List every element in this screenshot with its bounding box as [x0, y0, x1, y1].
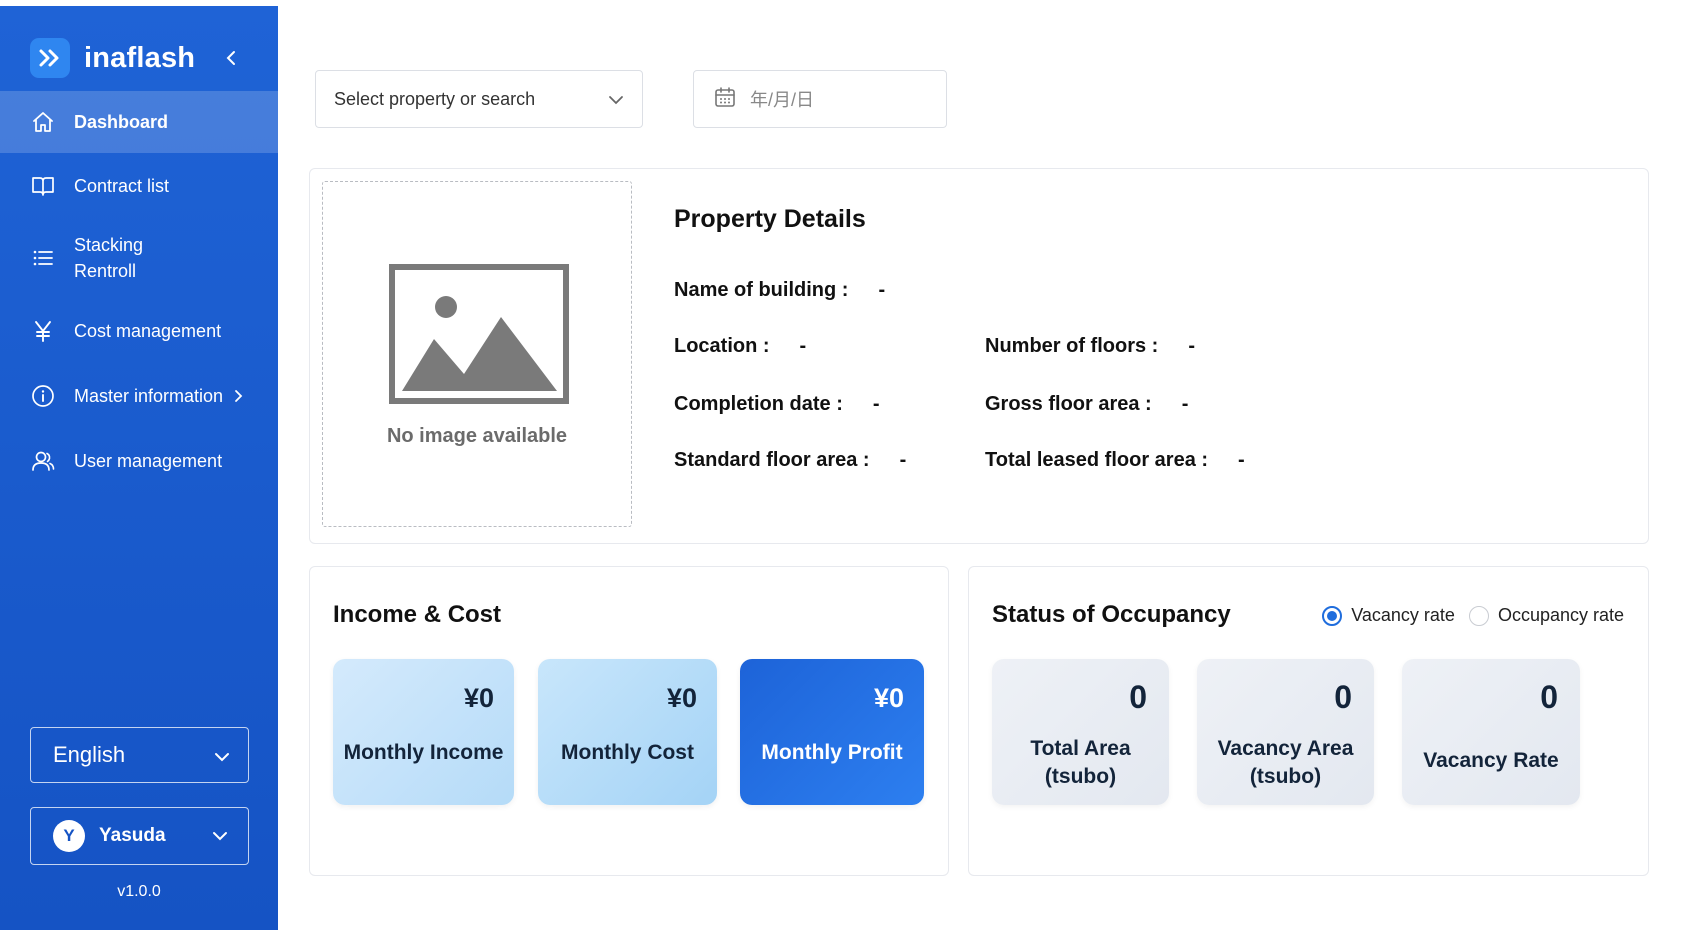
- field-label: Total leased floor area :: [985, 449, 1209, 471]
- field-standard-floor-area: Standard floor area : -: [674, 449, 906, 472]
- occupancy-card: Status of Occupancy Vacancy rate Occupan…: [968, 566, 1649, 876]
- field-label: Name of building :: [674, 279, 849, 301]
- date-placeholder: 年/月/日: [750, 90, 815, 110]
- property-select-placeholder: Select property or search: [334, 88, 536, 109]
- chevron-down-icon: [212, 825, 228, 847]
- sidebar-item-user-management[interactable]: User management: [0, 427, 278, 495]
- property-image-placeholder: No image available: [322, 181, 632, 527]
- sidebar: inaflash Dashboard Contract list Stackin…: [0, 6, 278, 930]
- property-details-title: Property Details: [674, 205, 866, 233]
- chevron-down-icon: [214, 742, 230, 768]
- rate-toggle: Vacancy rate Occupancy rate: [1322, 605, 1624, 626]
- user-icon: [30, 448, 56, 474]
- language-select[interactable]: English: [30, 727, 249, 783]
- field-value: -: [1238, 449, 1245, 471]
- user-menu[interactable]: Y Yasuda: [30, 807, 249, 865]
- tile-label: Monthly Income: [343, 741, 504, 764]
- field-number-of-floors: Number of floors : -: [985, 335, 1195, 358]
- tile-value: 0: [1129, 679, 1147, 715]
- field-label: Location :: [674, 335, 770, 357]
- field-completion-date: Completion date : -: [674, 393, 880, 416]
- tile-label: Total Area (tsubo): [1030, 737, 1131, 788]
- avatar: Y: [53, 820, 85, 852]
- field-label: Completion date :: [674, 393, 843, 415]
- sidebar-item-dashboard[interactable]: Dashboard: [0, 91, 278, 153]
- tile-value: 0: [1334, 679, 1352, 715]
- tile-amount: ¥0: [463, 683, 494, 713]
- sidebar-item-label: Contract list: [74, 176, 170, 196]
- collapse-sidebar-icon[interactable]: [221, 48, 241, 68]
- info-icon: [30, 383, 56, 409]
- field-value: -: [872, 393, 880, 415]
- tile-amount: ¥0: [666, 683, 697, 713]
- sidebar-item-cost-management[interactable]: Cost management: [0, 297, 278, 365]
- field-value: -: [1188, 335, 1196, 357]
- occupancy-rate-label[interactable]: Occupancy rate: [1498, 605, 1624, 626]
- app-version: v1.0.0: [117, 883, 161, 900]
- property-select[interactable]: Select property or search: [315, 70, 643, 128]
- monthly-income-tile: ¥0 Monthly Income: [333, 659, 514, 805]
- sidebar-item-master-information[interactable]: Master information: [0, 365, 278, 427]
- occupancy-title: Status of Occupancy: [992, 601, 1231, 628]
- income-cost-card: Income & Cost ¥0 Monthly Income ¥0 Month…: [309, 566, 949, 876]
- sidebar-item-label: User management: [74, 451, 223, 471]
- sidebar-nav: Dashboard Contract list Stacking Rentrol…: [0, 91, 278, 495]
- calendar-icon: [714, 86, 736, 113]
- field-value: -: [1181, 393, 1189, 415]
- brand: inaflash: [30, 36, 241, 80]
- field-value: -: [799, 335, 807, 357]
- sidebar-item-contract-list[interactable]: Contract list: [0, 153, 278, 219]
- user-name: Yasuda: [99, 825, 166, 846]
- yen-icon: [30, 318, 56, 344]
- property-details-card: No image available Property Details Name…: [309, 168, 1649, 544]
- income-cost-title: Income & Cost: [333, 601, 502, 628]
- sidebar-item-label: Cost management: [74, 321, 222, 341]
- tile-label: Monthly Profit: [761, 741, 903, 764]
- sidebar-item-label: Stacking Rentroll: [74, 235, 144, 281]
- date-picker[interactable]: 年/月/日: [693, 70, 947, 128]
- language-value: English: [53, 742, 126, 767]
- vacancy-rate-label[interactable]: Vacancy rate: [1351, 605, 1455, 626]
- tile-label: Vacancy Rate: [1423, 749, 1559, 772]
- total-area-tile: 0 Total Area (tsubo): [992, 659, 1169, 805]
- brand-logo-icon: [30, 38, 70, 78]
- no-image-caption: No image available: [386, 425, 568, 447]
- tile-value: 0: [1540, 679, 1558, 715]
- field-total-leased-floor-area: Total leased floor area : -: [985, 449, 1245, 472]
- vacancy-rate-tile: 0 Vacancy Rate: [1402, 659, 1580, 805]
- sidebar-item-label: Master information: [74, 386, 224, 406]
- field-value: -: [899, 449, 907, 471]
- monthly-profit-tile: ¥0 Monthly Profit: [740, 659, 924, 805]
- field-location: Location : -: [674, 335, 806, 358]
- chevron-down-icon: [608, 89, 624, 110]
- field-building-name: Name of building : -: [674, 279, 885, 302]
- field-label: Standard floor area :: [674, 449, 870, 471]
- book-icon: [30, 173, 56, 199]
- field-label: Gross floor area :: [985, 393, 1152, 415]
- field-label: Number of floors :: [985, 335, 1159, 357]
- tile-amount: ¥0: [873, 683, 904, 713]
- sidebar-item-stacking-rentroll[interactable]: Stacking Rentroll: [0, 219, 278, 297]
- home-icon: [30, 109, 56, 135]
- field-value: -: [878, 279, 886, 301]
- occupancy-rate-radio[interactable]: [1468, 605, 1489, 626]
- tile-label: Vacancy Area (tsubo): [1217, 737, 1354, 788]
- field-gross-floor-area: Gross floor area : -: [985, 393, 1188, 416]
- vacancy-rate-radio[interactable]: [1322, 605, 1343, 626]
- tile-label: Monthly Cost: [561, 741, 694, 764]
- sidebar-item-label: Dashboard: [74, 112, 169, 132]
- chevron-right-icon: [233, 389, 243, 403]
- image-placeholder-icon: [389, 264, 569, 409]
- brand-name: inaflash: [84, 41, 196, 74]
- monthly-cost-tile: ¥0 Monthly Cost: [538, 659, 717, 805]
- vacancy-area-tile: 0 Vacancy Area (tsubo): [1197, 659, 1374, 805]
- list-icon: [30, 245, 56, 271]
